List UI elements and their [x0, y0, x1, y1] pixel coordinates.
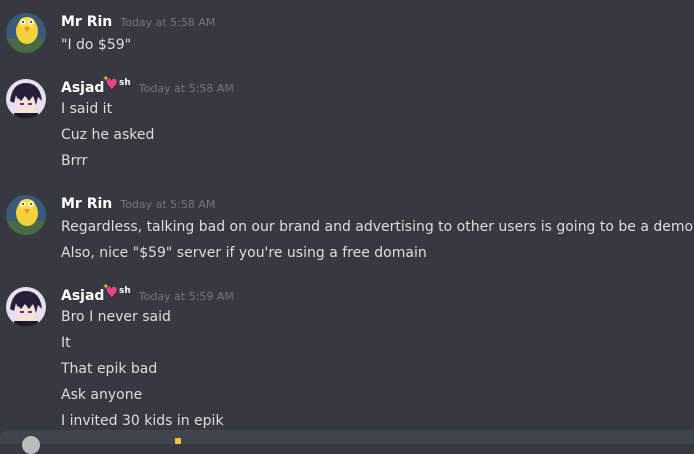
username[interactable]: Asjad [61, 288, 104, 304]
name-suffix: sh [119, 286, 131, 296]
message-text: I said it [61, 101, 113, 117]
mr-rin-avatar[interactable] [6, 13, 46, 53]
name-suffix: sh [119, 78, 131, 88]
message-header: Asjad ✦ ♥ sh Today at 5:59 AM [61, 282, 234, 308]
timestamp[interactable]: Today at 5:58 AM [120, 16, 215, 29]
message-text: Cuz he asked [61, 127, 155, 143]
message-text: Regardless, talking bad on our brand and… [61, 219, 694, 235]
timestamp[interactable]: Today at 5:59 AM [139, 290, 234, 303]
message-header: Mr Rin Today at 5:58 AM [61, 14, 215, 34]
emoji-icon[interactable] [175, 438, 181, 444]
asjad-avatar[interactable] [6, 79, 46, 119]
sparkle-icon: ✦ [102, 282, 110, 291]
message-composer[interactable] [0, 430, 694, 454]
message-text: That epik bad [61, 361, 158, 377]
sparkle-icon: ✦ [102, 74, 110, 83]
timestamp[interactable]: Today at 5:58 AM [139, 82, 234, 95]
message-header: Mr Rin Today at 5:58 AM [61, 196, 215, 216]
message-text: I invited 30 kids in epik [61, 413, 224, 429]
message-list: Mr Rin Today at 5:58 AM "I do $59" Asjad… [0, 0, 694, 430]
message-text: Also, nice "$59" server if you're using … [61, 245, 427, 261]
message-text: It [61, 335, 71, 351]
heart-sparkle-icon: ✦ ♥ sh [102, 282, 131, 300]
message-text: Bro I never said [61, 309, 171, 325]
message-text: Ask anyone [61, 387, 143, 403]
asjad-avatar[interactable] [6, 287, 46, 327]
username[interactable]: Mr Rin [61, 196, 112, 212]
message-text: Brrr [61, 153, 88, 169]
heart-sparkle-icon: ✦ ♥ sh [102, 74, 131, 92]
username[interactable]: Asjad [61, 80, 104, 96]
message-text: "I do $59" [61, 37, 132, 53]
attach-plus-icon[interactable] [22, 436, 40, 454]
message-header: Asjad ✦ ♥ sh Today at 5:58 AM [61, 74, 234, 100]
timestamp[interactable]: Today at 5:58 AM [120, 198, 215, 211]
username[interactable]: Mr Rin [61, 14, 112, 30]
mr-rin-avatar[interactable] [6, 195, 46, 235]
